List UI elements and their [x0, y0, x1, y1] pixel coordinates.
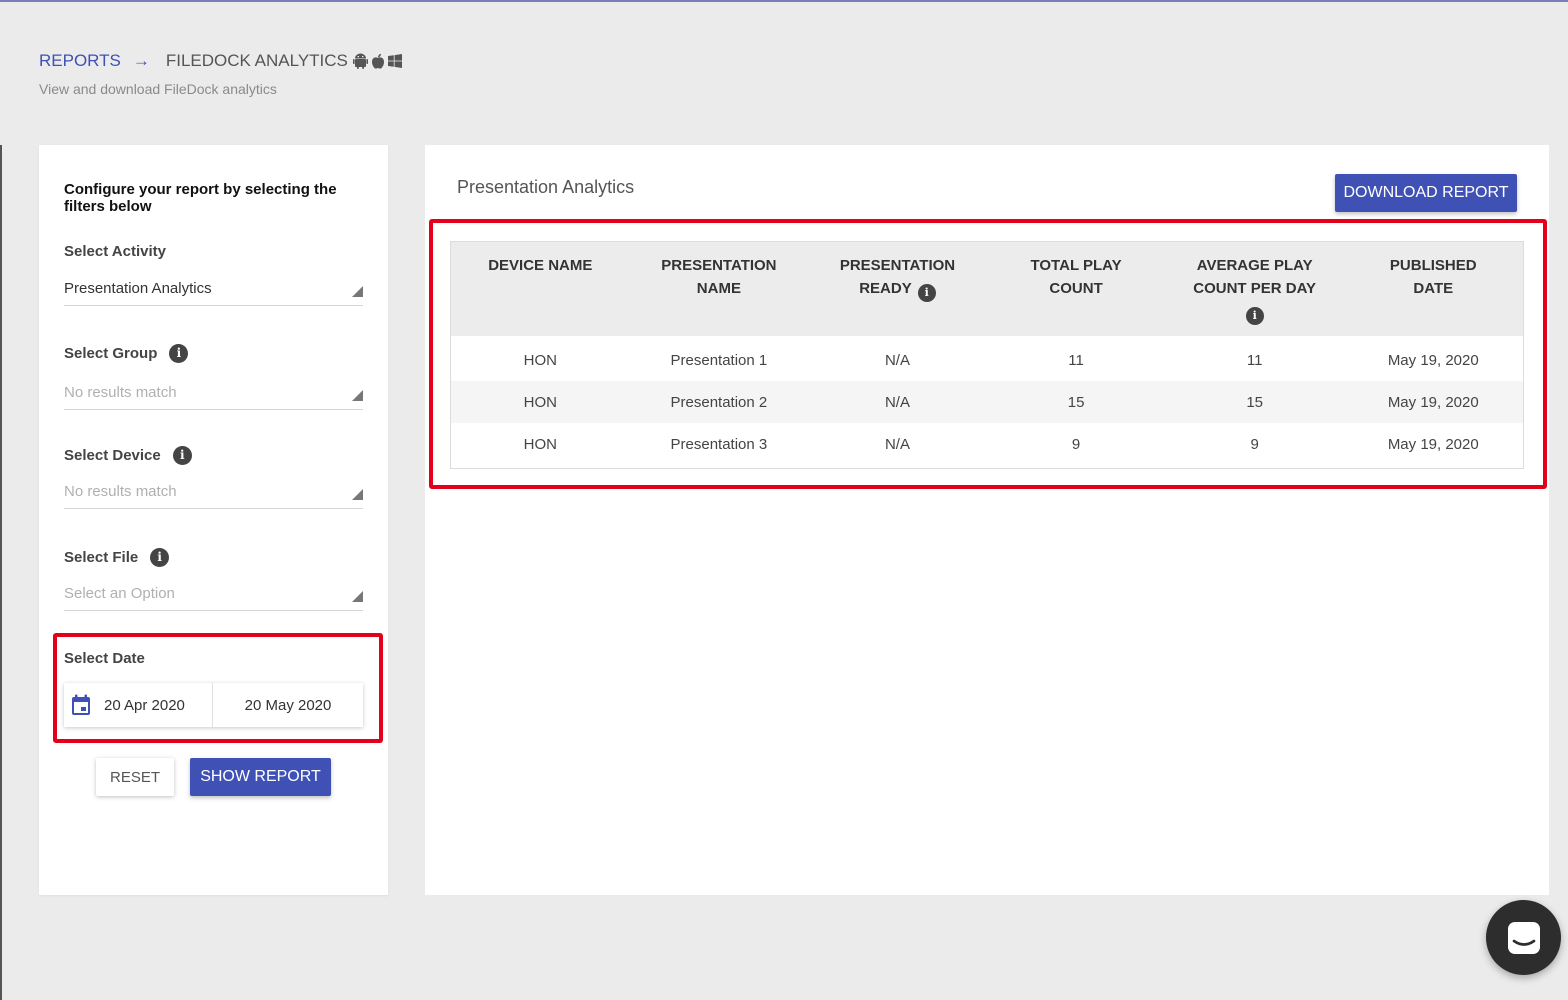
cell-presentation-ready: N/A — [884, 393, 910, 411]
select-activity-label: Select Activity — [64, 241, 166, 261]
column-header-presentation-ready[interactable]: PRESENTATION READY i — [808, 242, 987, 336]
filter-intro-text: Configure your report by selecting the f… — [64, 181, 337, 215]
cell-presentation-name: Presentation 3 — [670, 435, 768, 453]
column-header-label: AVERAGE PLAY COUNT PER DAY — [1193, 257, 1317, 297]
select-file-placeholder: Select an Option — [64, 585, 175, 602]
column-header-total-play-count[interactable]: TOTAL PLAY COUNT — [987, 242, 1166, 336]
android-icon — [352, 53, 368, 69]
select-group-dropdown[interactable]: No results match — [64, 380, 363, 410]
cell-published-date: May 19, 2020 — [1387, 393, 1479, 411]
cell-average-play-count: 15 — [1246, 393, 1264, 411]
select-activity-value: Presentation Analytics — [64, 280, 212, 297]
cell-device-name: HON — [523, 435, 557, 453]
column-header-device-name[interactable]: DEVICE NAME — [451, 242, 630, 336]
cell-presentation-name: Presentation 2 — [670, 393, 768, 411]
table-row: HON Presentation 1 N/A 11 11 May 19, 202… — [451, 339, 1523, 381]
os-icons — [352, 53, 402, 69]
column-header-average-play-count[interactable]: AVERAGE PLAY COUNT PER DAY i — [1165, 242, 1344, 336]
cell-presentation-name: Presentation 1 — [670, 351, 768, 369]
left-edge-border — [0, 145, 2, 1000]
select-date-label-text: Select Date — [64, 649, 145, 667]
select-device-placeholder: No results match — [64, 483, 177, 500]
cell-presentation-ready: N/A — [884, 435, 910, 453]
select-activity-dropdown[interactable]: Presentation Analytics — [64, 276, 363, 306]
breadcrumb-reports-link[interactable]: REPORTS — [39, 51, 121, 71]
date-start-field[interactable]: 20 Apr 2020 — [64, 683, 213, 727]
cell-total-play-count: 9 — [1071, 435, 1081, 453]
show-report-button[interactable]: SHOW REPORT — [190, 758, 331, 796]
dropdown-caret-icon — [352, 390, 363, 401]
info-icon[interactable]: i — [917, 283, 936, 302]
select-device-dropdown[interactable]: No results match — [64, 479, 363, 509]
select-file-label-text: Select File — [64, 548, 139, 566]
chat-launcher-button[interactable] — [1486, 900, 1561, 975]
top-border — [0, 0, 1568, 2]
cell-total-play-count: 11 — [1068, 351, 1084, 369]
download-report-button[interactable]: DOWNLOAD REPORT — [1335, 174, 1517, 212]
column-header-label: PRESENTATION NAME — [661, 257, 777, 297]
analytics-table: DEVICE NAME PRESENTATION NAME PRESENTATI… — [450, 241, 1524, 469]
select-file-label: Select File i — [64, 547, 170, 567]
calendar-icon — [71, 694, 91, 716]
select-group-placeholder: No results match — [64, 384, 177, 401]
select-device-label-text: Select Device — [64, 446, 161, 464]
select-file-dropdown[interactable]: Select an Option — [64, 581, 363, 611]
column-header-presentation-name[interactable]: PRESENTATION NAME — [630, 242, 809, 336]
select-date-label: Select Date — [64, 648, 145, 668]
info-icon[interactable]: i — [169, 343, 189, 363]
cell-presentation-ready: N/A — [884, 351, 910, 369]
chat-icon — [1507, 921, 1540, 954]
cell-device-name: HON — [523, 351, 557, 369]
select-device-label: Select Device i — [64, 445, 192, 465]
cell-published-date: May 19, 2020 — [1387, 351, 1479, 369]
cell-average-play-count: 11 — [1246, 351, 1263, 369]
column-header-label: DEVICE NAME — [488, 257, 593, 274]
date-range-picker[interactable]: 20 Apr 2020 20 May 2020 — [64, 683, 363, 727]
cell-published-date: May 19, 2020 — [1387, 435, 1479, 453]
info-icon[interactable]: i — [150, 547, 170, 567]
report-panel: Presentation Analytics DOWNLOAD REPORT D… — [425, 145, 1549, 895]
breadcrumb-current: FILEDOCK ANALYTICS — [165, 51, 348, 70]
column-header-label: PRESENTATION READY — [839, 257, 956, 297]
cell-total-play-count: 15 — [1067, 393, 1085, 411]
date-end-value: 20 May 2020 — [244, 696, 332, 714]
table-header: DEVICE NAME PRESENTATION NAME PRESENTATI… — [451, 242, 1523, 336]
select-group-label: Select Group i — [64, 343, 189, 363]
table-row: HON Presentation 3 N/A 9 9 May 19, 2020 — [451, 423, 1523, 465]
breadcrumb: REPORTS → FILEDOCK ANALYTICS — [39, 50, 402, 72]
table-row: HON Presentation 2 N/A 15 15 May 19, 202… — [451, 381, 1523, 423]
apple-icon — [371, 53, 384, 69]
column-header-published-date[interactable]: PUBLISHED DATE — [1344, 242, 1523, 336]
page-subtitle: View and download FileDock analytics — [39, 81, 277, 97]
dropdown-caret-icon — [352, 591, 363, 602]
column-header-label: TOTAL PLAY COUNT — [1030, 257, 1122, 297]
filter-panel: Configure your report by selecting the f… — [39, 145, 388, 895]
column-header-label: PUBLISHED DATE — [1389, 257, 1477, 297]
date-start-value: 20 Apr 2020 — [104, 696, 185, 714]
date-end-field[interactable]: 20 May 2020 — [213, 683, 363, 727]
windows-icon — [387, 54, 402, 68]
select-activity-label-text: Select Activity — [64, 242, 166, 260]
cell-average-play-count: 9 — [1250, 435, 1259, 453]
reset-button[interactable]: RESET — [96, 758, 174, 796]
dropdown-caret-icon — [352, 286, 363, 297]
info-icon[interactable]: i — [1245, 306, 1264, 325]
info-icon[interactable]: i — [172, 445, 192, 465]
dropdown-caret-icon — [352, 489, 363, 500]
breadcrumb-arrow-icon: → — [132, 51, 150, 70]
report-title: Presentation Analytics — [457, 177, 635, 197]
select-group-label-text: Select Group — [64, 344, 158, 362]
cell-device-name: HON — [523, 393, 557, 411]
